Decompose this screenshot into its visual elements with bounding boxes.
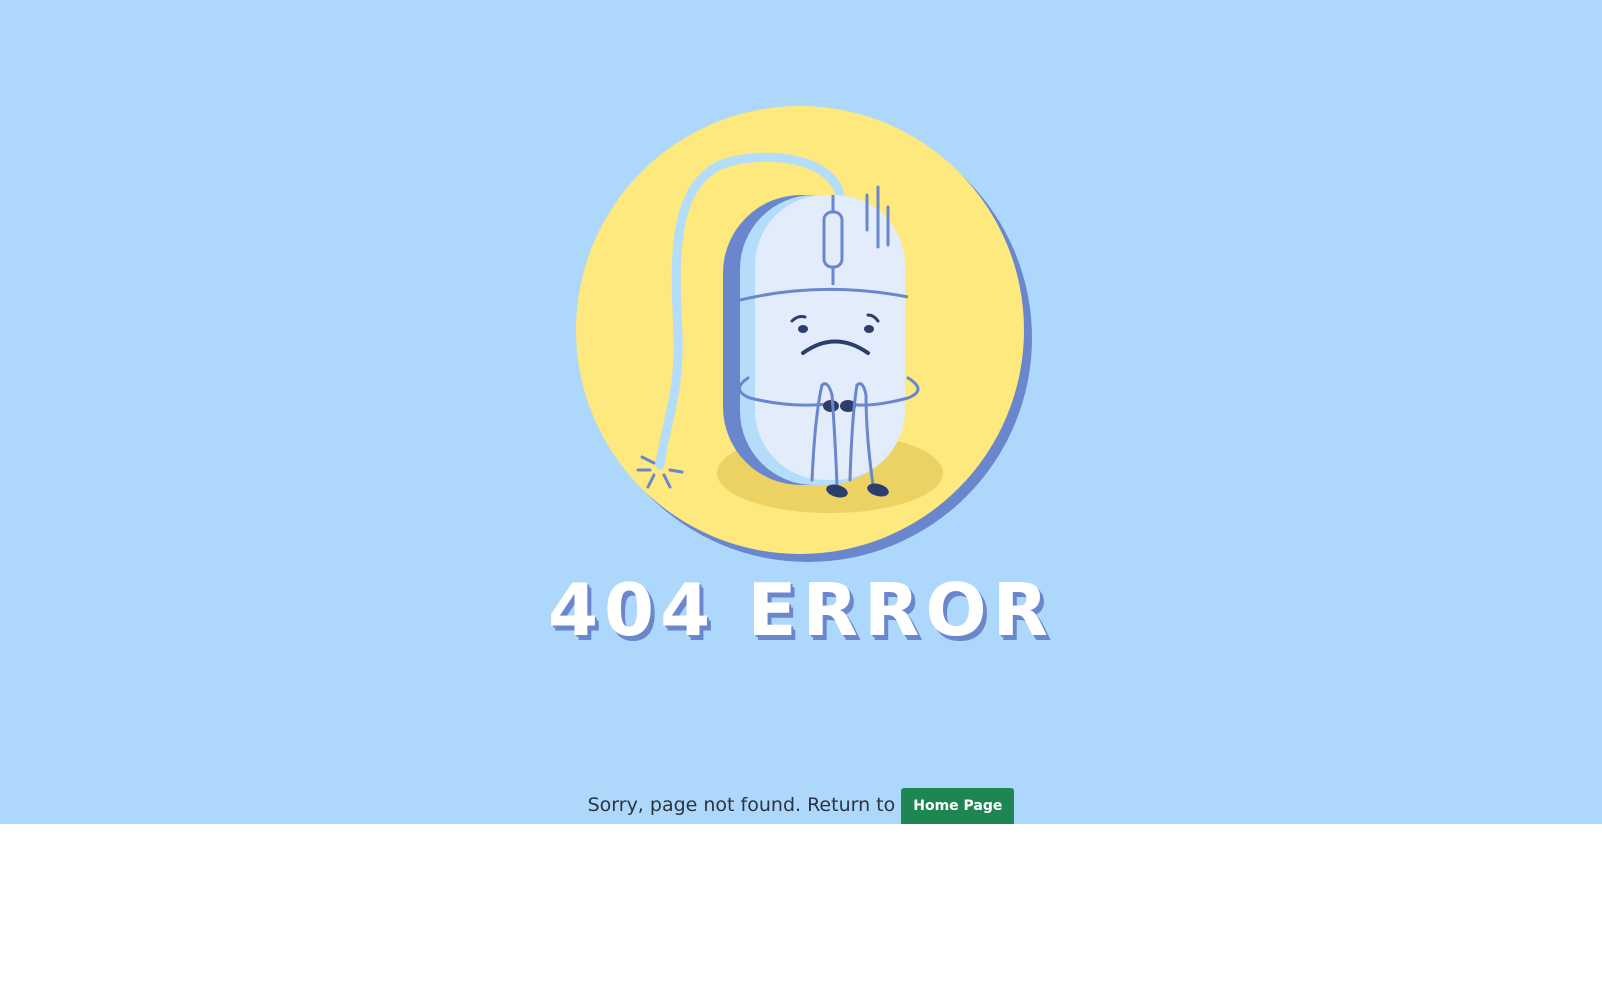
error-hero: 404 ERROR Sorry, page not found. Return … xyxy=(0,0,1602,824)
not-found-message: Sorry, page not found. Return to xyxy=(587,793,896,816)
scroll-wheel xyxy=(822,210,844,269)
error-title: 404 ERROR xyxy=(547,568,1055,652)
home-page-button[interactable]: Home Page xyxy=(901,788,1015,824)
not-found-message-row: Sorry, page not found. Return to Home Pa… xyxy=(0,788,1602,824)
sad-mouse-illustration xyxy=(576,106,1032,562)
